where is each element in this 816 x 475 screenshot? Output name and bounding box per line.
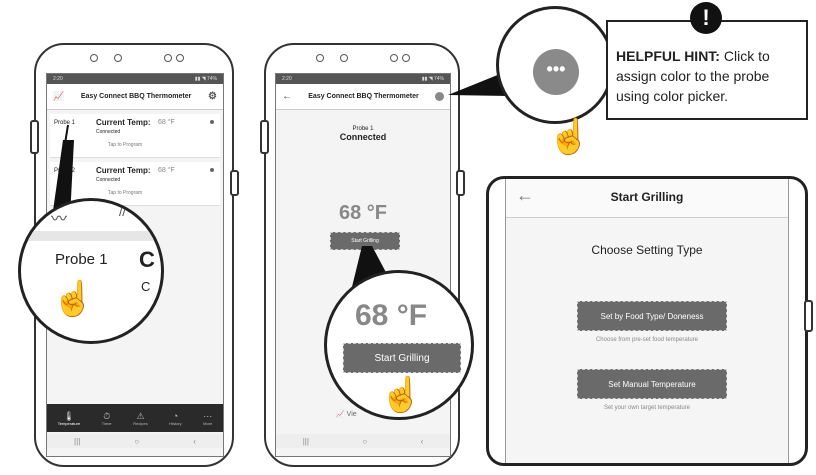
- alert-icon: !: [690, 2, 722, 34]
- pointing-hand-icon: ☝: [548, 118, 591, 156]
- option2-description: Set your own target temperature: [603, 405, 691, 411]
- set-manual-temp-button[interactable]: Set Manual Temperature: [577, 369, 727, 399]
- option1-description: Choose from pre-set food temperature: [595, 337, 699, 343]
- panel-title: Start Grilling: [610, 190, 684, 204]
- setting-type-heading: Choose Setting Type: [591, 243, 703, 257]
- side-button: [804, 300, 813, 332]
- pointing-hand-icon: ☝: [380, 376, 423, 414]
- hint-box: HELPFUL HINT: Click to assign color to t…: [606, 20, 808, 120]
- settings-panel: ← Start Grilling Choose Setting Type Set…: [486, 176, 808, 466]
- hint-bold: HELPFUL HINT:: [616, 48, 720, 64]
- set-by-food-type-button[interactable]: Set by Food Type/ Doneness: [577, 301, 727, 331]
- zoom-start-grilling-button[interactable]: Start Grilling: [343, 343, 461, 373]
- zoom-temp: 68 °F: [355, 299, 428, 332]
- panel-inner: ← Start Grilling Choose Setting Type Set…: [505, 179, 789, 463]
- zoom-circle-options: •••: [496, 6, 614, 124]
- more-options-button[interactable]: •••: [533, 49, 579, 95]
- panel-header: ← Start Grilling: [506, 179, 788, 218]
